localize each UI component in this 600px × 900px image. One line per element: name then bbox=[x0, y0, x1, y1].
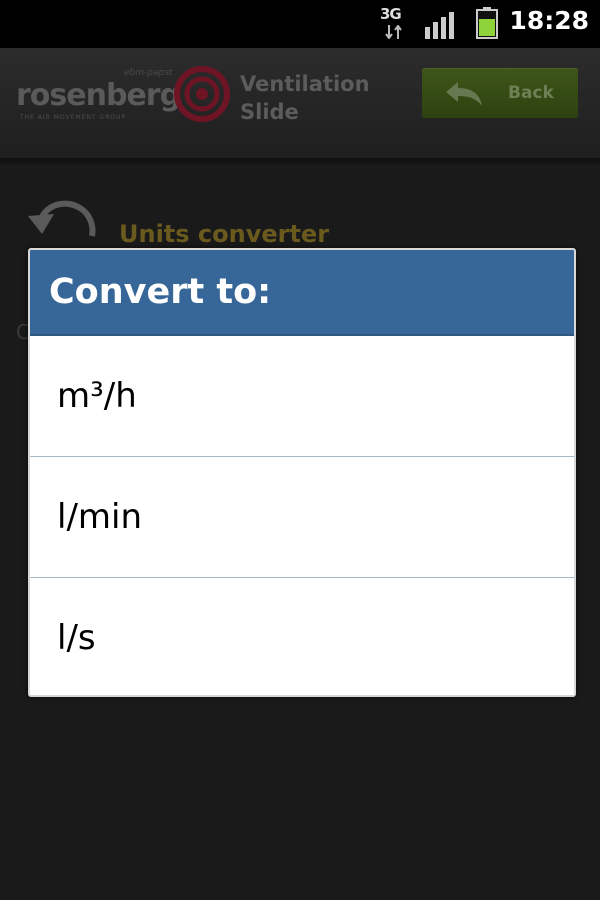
back-arrow-icon bbox=[446, 82, 482, 106]
option-liters-per-minute[interactable]: l/min bbox=[30, 457, 574, 578]
data-transfer-arrows-icon bbox=[385, 25, 402, 39]
rosenberg-logo: ebm-papst rosenberg THE AIR MOVEMENT GRO… bbox=[16, 64, 231, 128]
status-bar: 3G 18:28 bbox=[0, 0, 600, 48]
phone-screen: 3G 18:28 ebm-papst rosenberg THE AIR MOV… bbox=[0, 0, 600, 900]
logo-tagline: THE AIR MOVEMENT GROUP bbox=[20, 114, 127, 121]
app-title: Ventilation Slide bbox=[240, 72, 370, 124]
dialog-title: Convert to: bbox=[49, 272, 272, 312]
battery-icon bbox=[476, 7, 498, 39]
section-title: Units converter bbox=[119, 220, 330, 248]
back-button-label: Back bbox=[508, 83, 554, 103]
logo-ring-icon bbox=[174, 66, 230, 122]
option-liters-per-second[interactable]: l/s bbox=[30, 578, 574, 695]
signal-strength-icon bbox=[425, 12, 454, 39]
network-label: 3G bbox=[380, 5, 402, 23]
clock: 18:28 bbox=[509, 6, 589, 35]
dialog-header: Convert to: bbox=[30, 250, 574, 336]
convert-dialog: Convert to: m³/h l/min l/s bbox=[28, 248, 576, 697]
option-label: m³/h bbox=[57, 376, 137, 416]
option-m3-per-hour[interactable]: m³/h bbox=[30, 336, 574, 457]
header-divider bbox=[0, 158, 600, 166]
network-3g-icon: 3G bbox=[380, 5, 410, 41]
option-label: l/min bbox=[57, 497, 143, 537]
logo-wordmark: rosenberg bbox=[16, 78, 181, 113]
logo-brand-small: ebm-papst bbox=[124, 68, 173, 78]
option-label: l/s bbox=[57, 618, 96, 658]
back-button[interactable]: Back bbox=[422, 68, 578, 118]
